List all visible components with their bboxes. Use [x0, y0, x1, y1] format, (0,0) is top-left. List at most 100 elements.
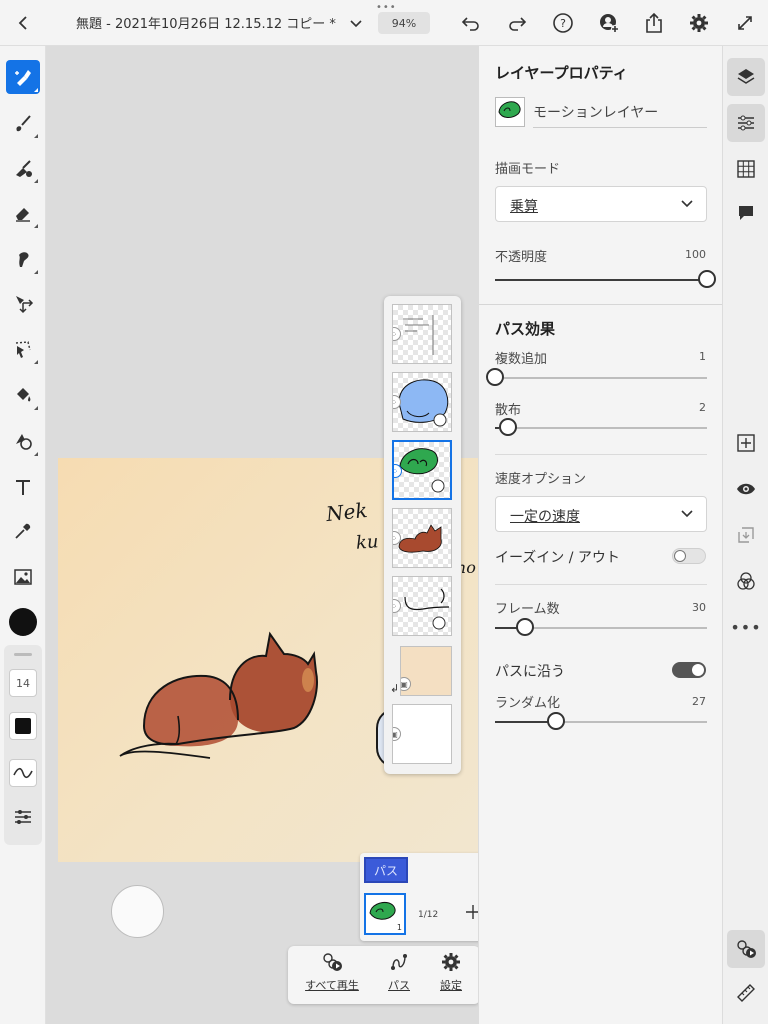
frames-slider[interactable] [495, 618, 707, 638]
multi-add-label: 複数追加 [495, 352, 548, 367]
path-tag[interactable]: パス [364, 857, 408, 883]
back-icon[interactable] [10, 10, 36, 36]
wave-icon [13, 767, 33, 779]
speed-label: 速度オプション [495, 472, 587, 487]
multi-add-value: 1 [699, 350, 706, 363]
invite-user-icon[interactable] [596, 10, 622, 36]
slider-knob[interactable] [698, 270, 716, 288]
blend-mode-dropdown[interactable]: 乗算 [495, 186, 707, 222]
slider-knob[interactable] [547, 712, 566, 730]
frame-number: 1 [396, 923, 402, 932]
scatter-slider[interactable] [495, 418, 707, 438]
tool-text[interactable] [6, 470, 40, 504]
frame-thumbnail[interactable]: ⁘ [392, 508, 452, 568]
frame-thumbnail[interactable]: ⁘ [392, 576, 452, 636]
brush-settings-icon[interactable] [11, 805, 35, 829]
frame-thumbnail-selected[interactable]: ⁘ [392, 440, 452, 500]
tool-lasso-select[interactable] [6, 332, 40, 366]
tool-place-image[interactable] [6, 560, 40, 594]
slider-knob[interactable] [515, 618, 534, 636]
opacity-slider[interactable] [495, 270, 716, 290]
return-arrow-icon: ↲ [390, 682, 400, 695]
tool-transform[interactable] [6, 286, 40, 320]
chevron-down-icon [681, 200, 693, 208]
tool-paint-brush[interactable] [6, 106, 40, 140]
frame-thumbnail[interactable]: ⁘ [392, 372, 452, 432]
brush-color-swatch[interactable] [9, 712, 37, 740]
chevron-down-icon [681, 510, 693, 518]
path-button[interactable]: パス [384, 952, 414, 993]
section-divider [479, 304, 723, 305]
layer-name-field[interactable]: モーションレイヤー [533, 102, 707, 128]
settings-button[interactable]: 設定 [436, 952, 466, 993]
toggle-dot [674, 550, 686, 562]
slider-knob[interactable] [486, 368, 504, 386]
more-handle-icon[interactable]: ••• [376, 3, 397, 13]
zoom-level[interactable]: 94% [378, 12, 430, 34]
more-icon[interactable]: ••• [727, 608, 765, 646]
frame-list: ⁘ ⁘ ⁘ ⁘ ⁘ ▣ ↲ ▣ [384, 296, 461, 774]
expand-icon[interactable] [732, 10, 758, 36]
brush-options-group: 14 [4, 645, 42, 845]
slider-fill [495, 279, 707, 281]
scatter-value: 2 [699, 401, 706, 414]
tool-blend[interactable] [6, 151, 40, 185]
tool-fill[interactable] [6, 378, 40, 412]
chevron-down-icon[interactable] [343, 11, 369, 37]
brush-size-field[interactable]: 14 [9, 669, 37, 697]
follow-path-label: パスに沿う [495, 664, 565, 680]
merge-down-icon[interactable] [727, 516, 765, 554]
tool-shapes[interactable] [6, 424, 40, 458]
path-label: パス [388, 979, 410, 992]
help-icon[interactable]: ? [550, 10, 576, 36]
background-frame-thumbnail[interactable]: ▣ [400, 646, 452, 696]
add-layer-icon[interactable] [727, 424, 765, 462]
touch-modifier-button[interactable] [111, 885, 164, 938]
tool-smudge[interactable] [6, 242, 40, 276]
layer-thumbnail[interactable] [495, 97, 525, 127]
tool-bar: 14 [0, 46, 46, 1024]
panel-title: レイヤープロパティ [495, 64, 628, 82]
image-layer-icon: ▣ [393, 727, 401, 741]
top-bar: 無題 - 2021年10月26日 12.15.12 コピー * ••• 94% … [0, 0, 768, 46]
visibility-icon[interactable] [727, 470, 765, 508]
redo-icon[interactable] [504, 10, 530, 36]
frame-thumbnail[interactable]: ▣ [392, 704, 452, 764]
panel-rail: ••• [722, 46, 768, 1024]
layers-icon[interactable] [727, 58, 765, 96]
properties-icon[interactable] [727, 104, 765, 142]
grid-icon[interactable] [727, 150, 765, 188]
play-all-button[interactable]: すべて再生 [302, 952, 362, 993]
handwriting-text-2: ku [355, 531, 380, 554]
random-slider[interactable] [495, 712, 707, 732]
settings-label: 設定 [440, 979, 462, 992]
slider-track [495, 427, 707, 429]
handwriting-text-1: Nek [324, 497, 369, 527]
speed-dropdown[interactable]: 一定の速度 [495, 496, 707, 532]
document-title[interactable]: 無題 - 2021年10月26日 12.15.12 コピー * [76, 13, 336, 32]
ruler-icon[interactable] [727, 974, 765, 1012]
motion-play-icon[interactable] [727, 930, 765, 968]
tool-motion-brush[interactable] [6, 60, 40, 94]
scatter-label: 散布 [495, 403, 522, 418]
multi-add-slider[interactable] [486, 368, 707, 388]
follow-path-toggle[interactable] [672, 662, 706, 678]
smoothing-button[interactable] [9, 759, 37, 787]
play-motion-icon [323, 953, 342, 971]
ease-toggle[interactable] [672, 548, 706, 564]
undo-icon[interactable] [458, 10, 484, 36]
blend-mode-label: 描画モード [495, 162, 561, 177]
timeline-frame[interactable]: 1 [364, 893, 406, 935]
share-icon[interactable] [641, 10, 667, 36]
frame-thumbnail[interactable]: ⁘ [392, 304, 452, 364]
color-swatch[interactable] [9, 608, 37, 636]
blend-circles-icon[interactable] [727, 562, 765, 600]
tool-eraser[interactable] [6, 196, 40, 230]
gear-icon [442, 953, 460, 971]
tool-eyedropper[interactable] [6, 514, 40, 548]
gear-icon[interactable] [686, 10, 712, 36]
slider-knob[interactable] [498, 418, 517, 436]
group-handle[interactable] [14, 653, 32, 656]
opacity-value: 100 [685, 248, 706, 261]
comment-icon[interactable] [727, 194, 765, 232]
